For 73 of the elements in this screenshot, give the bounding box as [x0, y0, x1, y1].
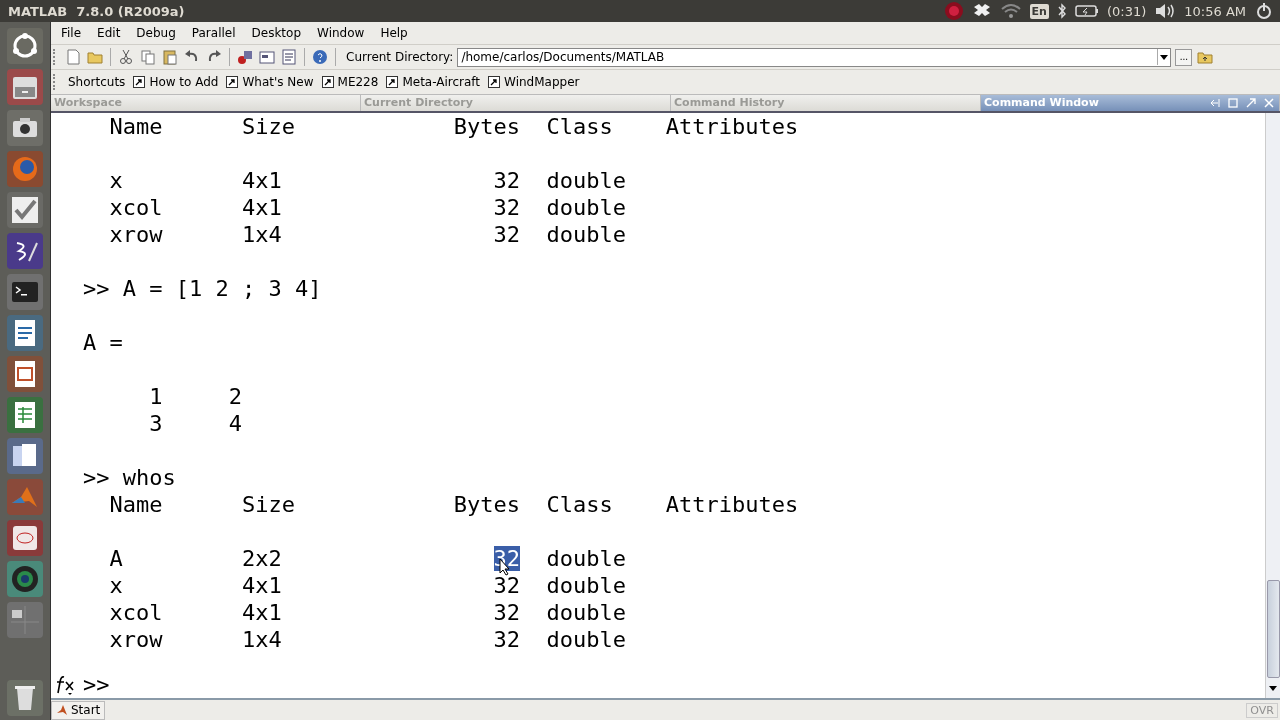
- undock-icon[interactable]: [1209, 97, 1221, 109]
- console-line: x 4x1 32 double: [108, 167, 628, 194]
- console-line: >> A = [1 2 ; 3 4]: [83, 275, 323, 302]
- console-line: 1 2: [148, 383, 243, 410]
- start-button[interactable]: Start: [51, 700, 106, 720]
- terminal-icon[interactable]: [7, 274, 43, 310]
- workspaces-icon[interactable]: [7, 602, 43, 638]
- console-text: double: [545, 546, 627, 571]
- console-line: 3 4: [148, 410, 243, 437]
- papers-icon[interactable]: [7, 438, 43, 474]
- scroll-thumb[interactable]: [1266, 580, 1280, 678]
- console-line: x 4x1 32 double: [108, 572, 628, 599]
- console-line: xcol 4x1 32 double: [108, 599, 628, 626]
- cut-icon[interactable]: [117, 48, 135, 66]
- help-icon[interactable]: [311, 48, 329, 66]
- copy-icon[interactable]: [139, 48, 157, 66]
- console-line: >> whos: [83, 464, 177, 491]
- paste-icon[interactable]: [161, 48, 179, 66]
- dock-arrow-icon[interactable]: [1245, 97, 1257, 109]
- power-icon[interactable]: [1254, 1, 1274, 21]
- camera-icon[interactable]: [7, 110, 43, 146]
- browse-button[interactable]: ...: [1175, 48, 1193, 66]
- maximize-icon[interactable]: [1227, 97, 1239, 109]
- current-directory-combo[interactable]: /home/carlos/Documents/MATLAB: [457, 47, 1172, 67]
- drawer-icon[interactable]: [7, 69, 43, 105]
- console-line: Name Size Bytes Class Attributes: [108, 113, 800, 140]
- menu-item[interactable]: Desktop: [243, 26, 310, 40]
- close-icon[interactable]: [1263, 97, 1275, 109]
- console-line: xrow 1x4 32 double: [108, 626, 628, 653]
- spreadsheet-icon[interactable]: [7, 397, 43, 433]
- menu-item[interactable]: Parallel: [183, 26, 244, 40]
- current-directory-label: Current Directory:: [346, 50, 454, 64]
- lens-icon[interactable]: [7, 561, 43, 597]
- console-line: A =: [83, 329, 124, 356]
- menu-item[interactable]: Debug: [128, 26, 184, 40]
- shortcut-icon: [226, 76, 239, 88]
- command-prompt: >>: [83, 672, 110, 697]
- console-line: xcol 4x1 32 double: [108, 194, 628, 221]
- battery-icon[interactable]: [1074, 4, 1099, 18]
- shortcut-icon: [321, 76, 334, 88]
- pdf-reader-icon[interactable]: [7, 520, 43, 556]
- shortcut-icon: [133, 76, 146, 88]
- speaker-icon[interactable]: [1154, 2, 1177, 20]
- shortcut-link[interactable]: ME228: [321, 75, 379, 89]
- trash-icon[interactable]: [7, 680, 43, 716]
- shortcut-link[interactable]: Meta-Aircraft: [386, 75, 481, 89]
- keyboard-layout-indicator[interactable]: En: [1029, 3, 1049, 19]
- console-line: Name Size Bytes Class Attributes: [108, 491, 800, 518]
- menu-item[interactable]: Window: [309, 26, 373, 40]
- dropdown-caret-icon[interactable]: [1157, 49, 1171, 65]
- matlab-logo-icon: [56, 704, 68, 716]
- battery-time: (0:31): [1106, 3, 1147, 19]
- menu-item[interactable]: Help: [372, 26, 416, 40]
- slides-icon[interactable]: [7, 356, 43, 392]
- shortcut-icon: [488, 76, 501, 88]
- overwrite-indicator: OVR: [1246, 702, 1278, 718]
- document-icon[interactable]: [7, 315, 43, 351]
- current-directory-field[interactable]: /home/carlos/Documents/MATLAB: [458, 50, 1158, 64]
- menu-item[interactable]: Edit: [89, 26, 129, 40]
- console-text: A 2x2: [108, 546, 283, 571]
- shortcut-icon: [386, 76, 399, 88]
- shortcut-link[interactable]: How to Add: [133, 75, 219, 89]
- menu-item[interactable]: File: [53, 26, 90, 40]
- checkmark-icon[interactable]: [7, 192, 43, 228]
- clock[interactable]: 10:56 AM: [1184, 3, 1246, 19]
- shortcut-link[interactable]: What's New: [226, 75, 314, 89]
- shortcuts-label: Shortcuts: [68, 75, 126, 89]
- bluetooth-icon[interactable]: [1056, 2, 1067, 20]
- wifi-icon[interactable]: [999, 3, 1022, 19]
- window-title: MATLAB 7.8.0 (R2009a): [8, 3, 185, 19]
- shortcut-link[interactable]: WindMapper: [488, 75, 580, 89]
- console-line: xrow 1x4 32 double: [108, 221, 628, 248]
- scrollbar[interactable]: [1265, 113, 1280, 698]
